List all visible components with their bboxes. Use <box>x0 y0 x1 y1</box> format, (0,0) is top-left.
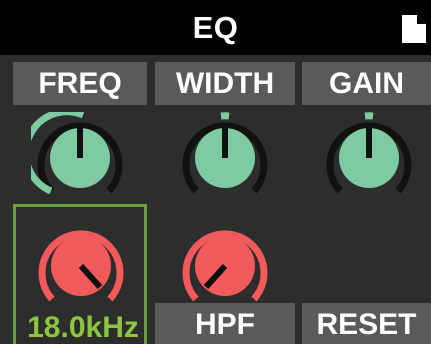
header-width[interactable]: WIDTH <box>155 62 295 105</box>
frequency-value: 18.0kHz <box>27 311 139 344</box>
width-knob[interactable] <box>176 112 274 196</box>
hpf-button[interactable]: HPF <box>155 303 295 344</box>
header-gain[interactable]: GAIN <box>302 62 431 105</box>
gain-knob[interactable] <box>320 112 418 196</box>
document-icon[interactable] <box>402 15 426 43</box>
eq-screen: EQ FREQ WIDTH GAIN 18.0kHz HPF RESET <box>0 0 431 344</box>
freq-fine-knob[interactable] <box>32 220 130 304</box>
header-freq[interactable]: FREQ <box>13 62 147 105</box>
reset-button[interactable]: RESET <box>302 303 431 344</box>
freq-knob[interactable] <box>31 112 129 196</box>
hpf-knob[interactable] <box>176 220 274 304</box>
page-title: EQ <box>192 10 239 45</box>
